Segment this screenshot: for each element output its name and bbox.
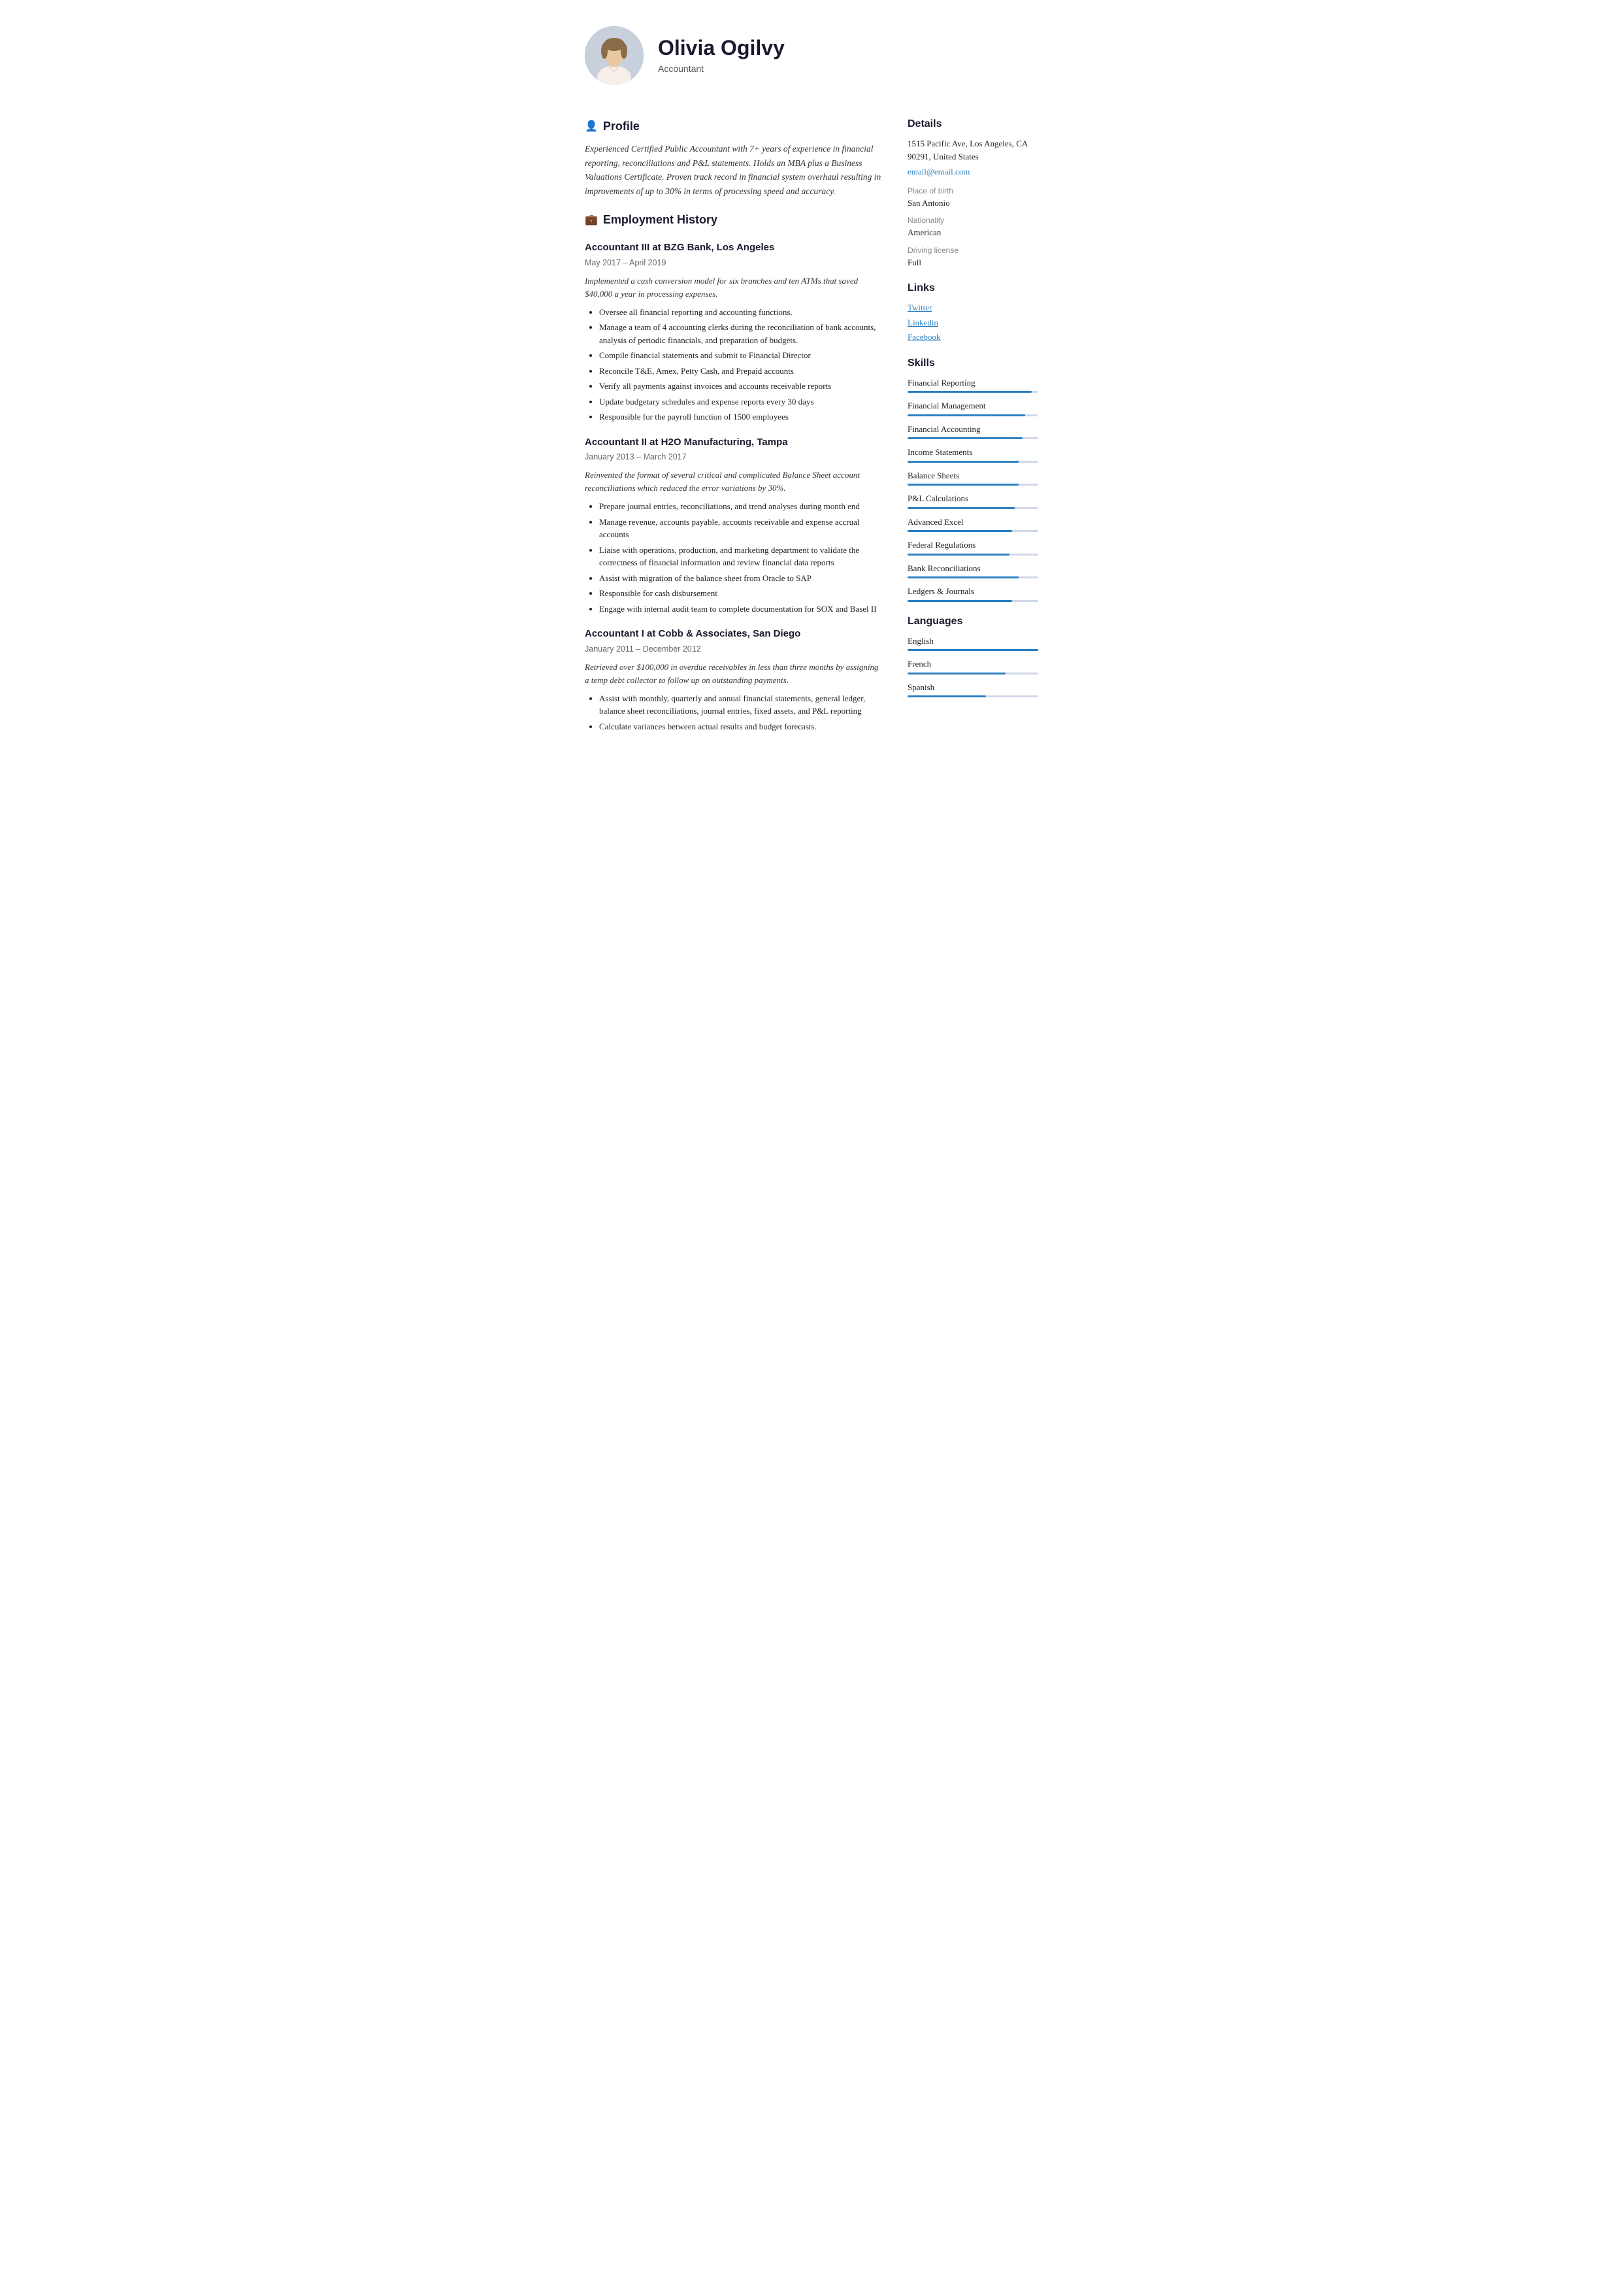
link-twitter[interactable]: Twitter [908, 301, 1038, 314]
profile-title: 👤 Profile [585, 118, 881, 135]
job-2-bullets: Prepare journal entries, reconciliations… [585, 500, 881, 615]
detail-email[interactable]: email@email.com [908, 165, 1038, 178]
profile-icon: 👤 [585, 119, 598, 135]
job-3-summary: Retrieved over $100,000 in overdue recei… [585, 661, 881, 687]
employment-section: 💼 Employment History Accountant III at B… [585, 211, 881, 733]
list-item: Update budgetary schedules and expense r… [599, 395, 881, 408]
links-title: Links [908, 280, 1038, 296]
nationality-value: American [908, 226, 1038, 239]
list-item: Manage a team of 4 accounting clerks dur… [599, 321, 881, 346]
list-item: Oversee all financial reporting and acco… [599, 306, 881, 319]
employment-title: 💼 Employment History [585, 211, 881, 229]
profile-section: 👤 Profile Experienced Certified Public A… [585, 118, 881, 198]
job-1-dates: May 2017 – April 2019 [585, 257, 881, 269]
list-item: Assist with migration of the balance she… [599, 572, 881, 585]
skills-section: Skills Financial Reporting Financial Man… [908, 356, 1038, 602]
detail-address: 1515 Pacific Ave, Los Angeles, CA 90291,… [908, 137, 1038, 163]
header: Olivia Ogilvy Accountant [585, 26, 1038, 85]
driving-license-label: Driving license [908, 244, 1038, 256]
list-item: Reconcile T&E, Amex, Petty Cash, and Pre… [599, 365, 881, 378]
driving-license-value: Full [908, 256, 1038, 269]
lang-english: English [908, 635, 1038, 652]
skill-financial-management: Financial Management [908, 399, 1038, 416]
skill-ledgers-journals: Ledgers & Journals [908, 585, 1038, 602]
list-item: Calculate variances between actual resul… [599, 720, 881, 733]
left-column: 👤 Profile Experienced Certified Public A… [585, 105, 881, 735]
header-info: Olivia Ogilvy Accountant [658, 35, 785, 76]
languages-title: Languages [908, 614, 1038, 629]
job-1-summary: Implemented a cash conversion model for … [585, 275, 881, 301]
list-item: Compile financial statements and submit … [599, 349, 881, 362]
job-3-title: Accountant I at Cobb & Associates, San D… [585, 627, 881, 642]
resume-page: Olivia Ogilvy Accountant 👤 Profile Exper… [552, 0, 1071, 768]
place-of-birth-label: Place of birth [908, 185, 1038, 197]
languages-section: Languages English French Spanish [908, 614, 1038, 698]
details-section: Details 1515 Pacific Ave, Los Angeles, C… [908, 116, 1038, 269]
list-item: Prepare journal entries, reconciliations… [599, 500, 881, 513]
skill-bank-reconciliations: Bank Reconciliations [908, 562, 1038, 579]
employment-icon: 💼 [585, 212, 598, 228]
candidate-subtitle: Accountant [658, 62, 785, 76]
skill-financial-reporting: Financial Reporting [908, 376, 1038, 393]
job-2-title: Accountant II at H2O Manufacturing, Tamp… [585, 435, 881, 450]
job-1: Accountant III at BZG Bank, Los Angeles … [585, 241, 881, 424]
job-2: Accountant II at H2O Manufacturing, Tamp… [585, 435, 881, 616]
avatar [585, 26, 644, 85]
links-section: Links Twitter Linkedin Facebook [908, 280, 1038, 344]
lang-spanish: Spanish [908, 681, 1038, 698]
skills-title: Skills [908, 356, 1038, 371]
candidate-name: Olivia Ogilvy [658, 35, 785, 60]
job-3-dates: January 2011 – December 2012 [585, 643, 881, 656]
lang-french: French [908, 657, 1038, 674]
skill-balance-sheets: Balance Sheets [908, 469, 1038, 486]
list-item: Responsible for the payroll function of … [599, 410, 881, 424]
job-2-summary: Reinvented the format of several critica… [585, 469, 881, 495]
job-2-dates: January 2013 – March 2017 [585, 451, 881, 463]
right-column: Details 1515 Pacific Ave, Los Angeles, C… [908, 105, 1038, 735]
list-item: Verify all payments against invoices and… [599, 380, 881, 393]
list-item: Responsible for cash disbursement [599, 587, 881, 600]
skill-income-statements: Income Statements [908, 446, 1038, 463]
nationality-label: Nationality [908, 214, 1038, 226]
job-3-bullets: Assist with monthly, quarterly and annua… [585, 692, 881, 733]
place-of-birth-value: San Antonio [908, 197, 1038, 210]
skill-pl-calculations: P&L Calculations [908, 492, 1038, 509]
job-1-title: Accountant III at BZG Bank, Los Angeles [585, 241, 881, 256]
profile-text: Experienced Certified Public Accountant … [585, 142, 881, 198]
skill-financial-accounting: Financial Accounting [908, 423, 1038, 440]
main-layout: 👤 Profile Experienced Certified Public A… [585, 105, 1038, 735]
job-3: Accountant I at Cobb & Associates, San D… [585, 627, 881, 733]
job-1-bullets: Oversee all financial reporting and acco… [585, 306, 881, 424]
list-item: Manage revenue, accounts payable, accoun… [599, 516, 881, 541]
skill-advanced-excel: Advanced Excel [908, 516, 1038, 533]
list-item: Liaise with operations, production, and … [599, 544, 881, 569]
list-item: Engage with internal audit team to compl… [599, 603, 881, 616]
link-facebook[interactable]: Facebook [908, 331, 1038, 344]
skill-federal-regulations: Federal Regulations [908, 539, 1038, 556]
list-item: Assist with monthly, quarterly and annua… [599, 692, 881, 718]
link-linkedin[interactable]: Linkedin [908, 316, 1038, 329]
details-title: Details [908, 116, 1038, 132]
